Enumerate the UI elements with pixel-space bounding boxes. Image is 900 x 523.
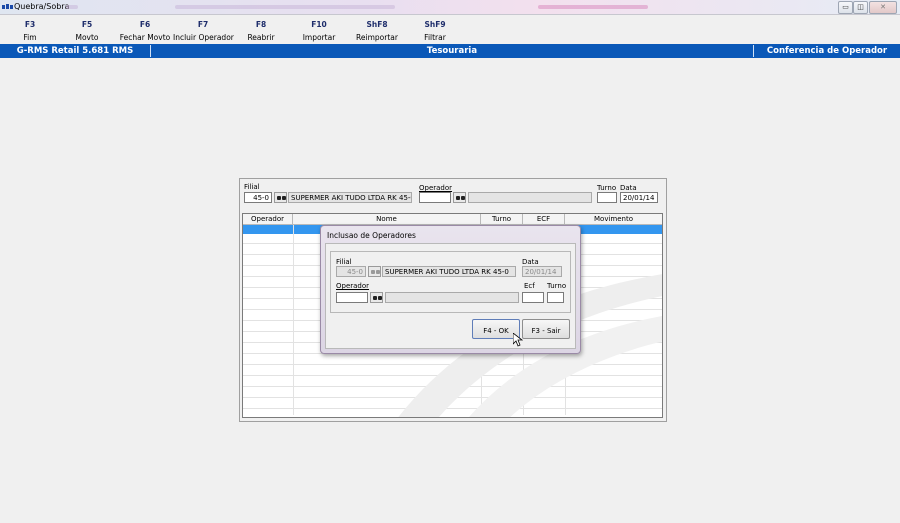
toolbar-shf9-filtrar[interactable]: ShF9 Filtrar <box>405 15 465 43</box>
toolbar-label: Fechar Movto <box>119 33 171 42</box>
toolbar-label: Fim <box>23 33 37 42</box>
dialog-title: Inclusao de Operadores <box>327 231 416 240</box>
data-input[interactable]: 20/01/14 <box>620 192 658 203</box>
filial-input[interactable]: 45-0 <box>244 192 272 203</box>
column-operador[interactable]: Operador <box>243 214 293 224</box>
blurred-taskbar-icon <box>66 5 78 9</box>
window-title: Quebra/Sobra <box>14 2 70 11</box>
dialog-operador-label: Operador <box>336 282 370 290</box>
function-key-toolbar: F3 Fim F5 Movto F6 Fechar Movto F7 Inclu… <box>0 15 900 43</box>
dialog-filial-input: 45-0 <box>336 266 366 277</box>
operador-input[interactable] <box>419 192 451 203</box>
dialog-data-label: Data <box>522 258 539 266</box>
toolbar-shf8-reimportar[interactable]: ShF8 Reimportar <box>347 15 407 43</box>
toolbar-key: F8 <box>255 20 267 29</box>
filial-search-binoculars-icon[interactable] <box>274 192 287 203</box>
blurred-background-title <box>175 5 395 9</box>
minimize-button[interactable]: ▭ <box>838 1 853 14</box>
blurred-background-title <box>538 5 648 9</box>
restore-button[interactable]: ◫ <box>853 1 868 14</box>
dialog-filial-label: Filial <box>336 258 352 266</box>
sair-button[interactable]: F3 - Sair <box>522 319 570 339</box>
toolbar-label: Importar <box>302 33 336 42</box>
toolbar-f3-fim[interactable]: F3 Fim <box>0 15 60 43</box>
column-turno[interactable]: Turno <box>481 214 523 224</box>
toolbar-label: Reimportar <box>356 33 398 42</box>
dialog-operador-binoculars-icon[interactable] <box>370 292 383 303</box>
operador-search-binoculars-icon[interactable] <box>453 192 466 203</box>
dialog-turno-input[interactable] <box>547 292 564 303</box>
toolbar-key: F10 <box>311 20 327 29</box>
dialog-body: Filial 45-0 SUPERMER AKI TUDO LTDA RK 45… <box>325 243 576 349</box>
dialog-filial-binoculars-icon <box>368 266 381 277</box>
column-movimento[interactable]: Movimento <box>565 214 662 224</box>
window-titlebar: Quebra/Sobra ▭ ◫ ✕ <box>0 0 900 15</box>
toolbar-key: F6 <box>139 20 151 29</box>
filial-name-display: SUPERMER AKI TUDO LTDA RK 45-0 <box>288 192 412 203</box>
dialog-operador-input[interactable] <box>336 292 368 303</box>
turno-input[interactable] <box>597 192 617 203</box>
toolbar-key: F7 <box>197 20 209 29</box>
status-bar: G-RMS Retail 5.681 RMS Tesouraria Confer… <box>0 44 900 58</box>
column-nome[interactable]: Nome <box>293 214 481 224</box>
inclusao-operadores-dialog: Inclusao de Operadores Filial 45-0 SUPER… <box>320 225 581 354</box>
toolbar-label: Movto <box>75 33 99 42</box>
toolbar-label: Incluir Operador <box>173 33 234 42</box>
turno-label: Turno <box>597 184 617 192</box>
toolbar-key: ShF8 <box>366 20 388 29</box>
column-ecf[interactable]: ECF <box>523 214 565 224</box>
toolbar-f7-incluir-operador[interactable]: F7 Incluir Operador <box>173 15 234 43</box>
operador-label: Operador <box>419 184 453 192</box>
toolbar-f6-fechar-movto[interactable]: F6 Fechar Movto <box>115 15 175 43</box>
toolbar-label: Filtrar <box>424 33 446 42</box>
app-icon <box>2 3 13 11</box>
version-label: G-RMS Retail 5.681 RMS <box>16 46 134 56</box>
close-button[interactable]: ✕ <box>869 1 897 14</box>
toolbar-f10-importar[interactable]: F10 Importar <box>289 15 349 43</box>
toolbar-f5-movto[interactable]: F5 Movto <box>57 15 117 43</box>
filial-label: Filial <box>244 183 260 191</box>
toolbar-label: Reabrir <box>247 33 275 42</box>
dialog-turno-label: Turno <box>547 282 567 290</box>
toolbar-key: F3 <box>24 20 36 29</box>
dialog-ecf-input[interactable] <box>522 292 544 303</box>
toolbar-key: F5 <box>81 20 93 29</box>
screen-label: Conferencia de Operador <box>766 46 888 56</box>
dialog-groupbox: Filial 45-0 SUPERMER AKI TUDO LTDA RK 45… <box>330 251 571 313</box>
data-label: Data <box>620 184 637 192</box>
dialog-operador-name-display <box>385 292 519 303</box>
dialog-data-input: 20/01/14 <box>522 266 562 277</box>
grid-column-line <box>293 225 294 415</box>
toolbar-f8-reabrir[interactable]: F8 Reabrir <box>231 15 291 43</box>
dialog-filial-name-display: SUPERMER AKI TUDO LTDA RK 45-0 <box>382 266 516 277</box>
grid-header: Operador Nome Turno ECF Movimento <box>243 214 662 225</box>
mouse-cursor-icon <box>513 333 523 347</box>
operador-name-display <box>468 192 592 203</box>
dialog-ecf-label: Ecf <box>524 282 535 290</box>
toolbar-key: ShF9 <box>424 20 446 29</box>
module-label: Tesouraria <box>426 46 478 56</box>
